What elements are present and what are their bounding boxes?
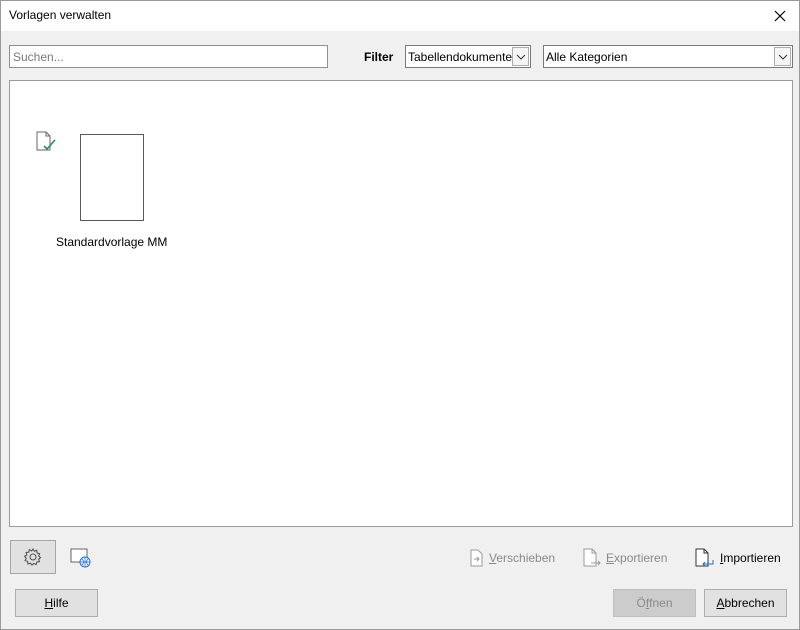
move-label-rest: erschieben [496, 551, 556, 565]
settings-button[interactable] [10, 540, 56, 574]
export-label: Exportieren [606, 551, 667, 565]
import-button[interactable]: Importieren [694, 548, 781, 568]
template-name: Standardvorlage MM [56, 235, 168, 249]
online-templates-icon [70, 548, 91, 568]
export-accel: E [606, 551, 615, 565]
default-template-icon [36, 131, 56, 151]
chevron-down-icon [516, 54, 525, 60]
import-label: Importieren [720, 551, 781, 565]
category-value: Alle Kategorien [546, 49, 628, 64]
search-input[interactable] [9, 45, 328, 68]
category-select[interactable]: Alle Kategorien [543, 45, 793, 68]
export-icon [583, 548, 601, 567]
open-label-post: fnen [649, 596, 673, 610]
help-button[interactable]: Hilfe [15, 589, 98, 617]
close-icon [774, 10, 786, 21]
filter-label: Filter [364, 50, 394, 64]
document-type-select[interactable]: Tabellendokumente [405, 45, 531, 68]
import-label-rest: mportieren [723, 551, 781, 565]
document-type-dropdown-button[interactable] [512, 47, 529, 66]
category-dropdown-button[interactable] [774, 47, 791, 66]
cancel-button[interactable]: Abbrechen [704, 589, 787, 617]
window-title: Vorlagen verwalten [9, 8, 112, 22]
close-button[interactable] [760, 0, 800, 31]
import-icon [695, 548, 714, 567]
export-button[interactable]: Exportieren [582, 548, 667, 568]
move-label: Verschieben [489, 551, 555, 565]
chevron-down-icon [778, 54, 787, 60]
cancel-accel: A [716, 596, 725, 610]
document-type-value: Tabellendokumente [408, 49, 512, 64]
help-label-rest: ilfe [53, 596, 69, 610]
online-templates-button[interactable] [68, 545, 94, 571]
template-view[interactable]: Standardvorlage MM [9, 80, 793, 527]
open-label-pre: Ö [636, 596, 646, 610]
move-button[interactable]: Verschieben [469, 548, 555, 568]
open-button[interactable]: Öf fnen [613, 589, 696, 617]
title-bar: Vorlagen verwalten [0, 0, 800, 31]
help-accel: H [44, 596, 54, 610]
gear-icon [23, 548, 42, 567]
move-icon [470, 549, 483, 567]
export-label-rest: xportieren [614, 551, 668, 565]
template-thumbnail[interactable] [80, 134, 144, 221]
cancel-label-rest: bbrechen [724, 596, 775, 610]
